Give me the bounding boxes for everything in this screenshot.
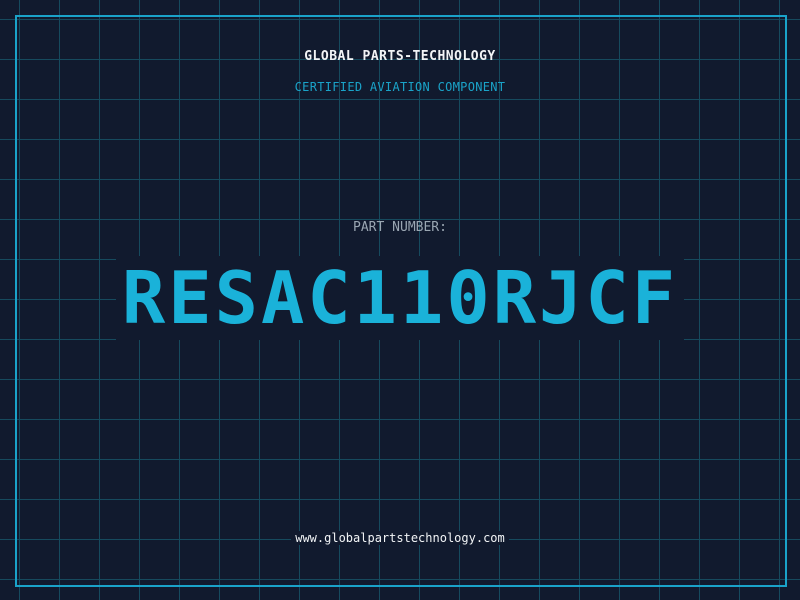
part-number-container: RESAC110RJCF <box>0 256 800 340</box>
part-number-value: RESAC110RJCF <box>115 256 685 340</box>
company-name: GLOBAL PARTS-TECHNOLOGY <box>304 49 496 64</box>
footer: www.globalpartstechnology.com <box>0 531 800 545</box>
website-url: www.globalpartstechnology.com <box>291 531 509 545</box>
certification-subtitle: CERTIFIED AVIATION COMPONENT <box>294 80 506 94</box>
part-number-label: PART NUMBER: <box>353 220 447 235</box>
